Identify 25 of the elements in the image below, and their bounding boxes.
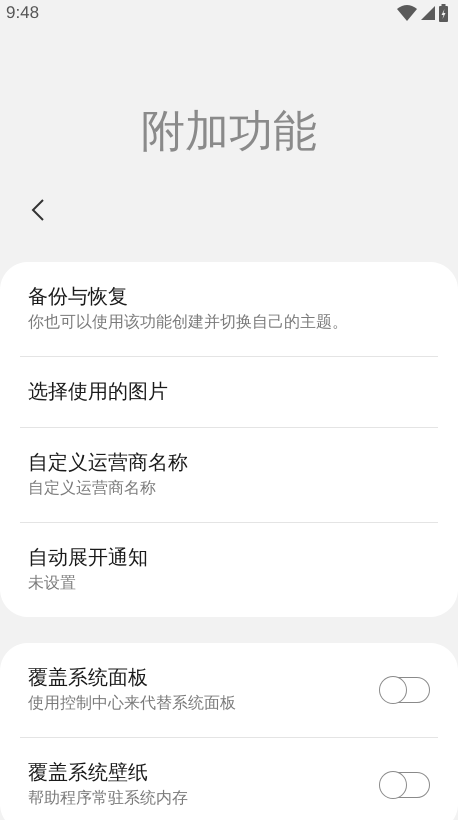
item-subtitle: 帮助程序常驻系统内存 [28, 788, 189, 808]
item-title: 备份与恢复 [28, 284, 129, 310]
signal-icon [421, 6, 435, 20]
item-subtitle: 自定义运营商名称 [28, 478, 157, 498]
page-title: 附加功能 [141, 106, 317, 158]
settings-row[interactable]: 备份与恢复 你也可以使用该功能创建并切换自己的主题。 [0, 262, 458, 356]
toggle-switch[interactable] [380, 676, 430, 702]
settings-row[interactable]: 自定义运营商名称 自定义运营商名称 [0, 428, 458, 522]
settings-row[interactable]: 选择使用的图片 [0, 356, 458, 426]
item-subtitle: 未设置 [28, 574, 77, 594]
settings-row[interactable]: 覆盖系统面板 使用控制中心来代替系统面板 [0, 642, 458, 736]
item-title: 自定义运营商名称 [28, 450, 189, 476]
wifi-icon [397, 4, 417, 21]
item-title: 自动展开通知 [28, 546, 149, 570]
settings-row[interactable]: 自动展开通知 未设置 [0, 522, 458, 616]
item-title: 覆盖系统壁纸 [28, 760, 149, 786]
battery-icon [439, 4, 448, 22]
toggle-switch[interactable] [380, 772, 430, 798]
chevron-left-icon [31, 198, 45, 222]
item-title: 覆盖系统面板 [28, 666, 149, 690]
item-subtitle: 使用控制中心来代替系统面板 [28, 694, 237, 714]
settings-row[interactable]: 覆盖系统壁纸 帮助程序常驻系统内存 [0, 738, 458, 820]
item-title: 选择使用的图片 [28, 380, 169, 404]
item-subtitle: 你也可以使用该功能创建并切换自己的主题。 [28, 312, 349, 332]
status-time: 9:48 [6, 2, 40, 24]
